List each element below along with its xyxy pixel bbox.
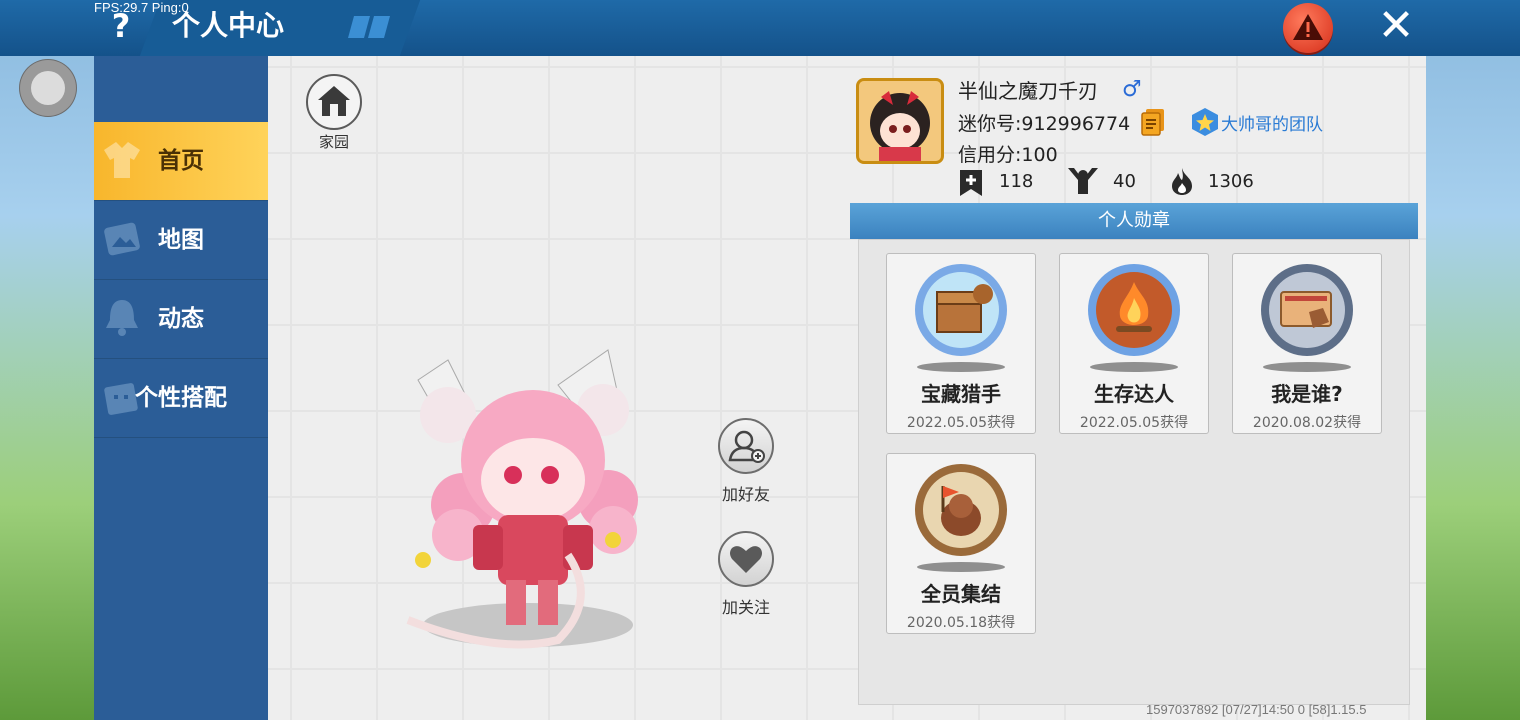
sidebar-item-label: 动态 bbox=[158, 306, 204, 332]
medal-shadow bbox=[917, 362, 1005, 372]
male-gender-icon: ♂ bbox=[1122, 77, 1142, 102]
follow-button[interactable] bbox=[718, 531, 774, 587]
medal-date: 2020.05.18获得 bbox=[906, 615, 1016, 631]
sidebar: 首页 地图 动态 个性搭配 bbox=[94, 56, 268, 720]
title-stripes-icon bbox=[348, 16, 390, 38]
medal-shadow bbox=[1090, 362, 1178, 372]
medal-card[interactable]: 宝藏猎手 2022.05.05获得 bbox=[886, 253, 1036, 434]
copy-icon[interactable] bbox=[1140, 108, 1166, 136]
player-character-avatar[interactable] bbox=[378, 340, 648, 660]
medal-card[interactable]: 全员集结 2020.05.18获得 bbox=[886, 453, 1036, 634]
home-button[interactable] bbox=[306, 74, 362, 130]
report-alert-button[interactable] bbox=[1283, 3, 1333, 53]
debug-footer: 1597037892 [07/27]14:50 0 [58]1.15.5 bbox=[1146, 702, 1367, 717]
home-label: 家园 bbox=[318, 133, 349, 151]
follow-label: 加关注 bbox=[721, 598, 770, 617]
sidebar-item-outfit[interactable]: 个性搭配 bbox=[94, 359, 268, 438]
add-friend-button[interactable] bbox=[718, 418, 774, 474]
sidebar-item-label: 个性搭配 bbox=[135, 385, 227, 411]
team-star-icon bbox=[1192, 108, 1218, 136]
add-friend-label: 加好友 bbox=[721, 485, 770, 504]
medal-shadow bbox=[917, 562, 1005, 572]
sidebar-item-activity[interactable]: 动态 bbox=[94, 280, 268, 359]
medal-name: 宝藏猎手 bbox=[921, 382, 1001, 406]
id-card-medal-icon bbox=[1261, 264, 1353, 356]
medal-date: 2022.05.05获得 bbox=[1079, 415, 1189, 431]
profile-avatar[interactable] bbox=[856, 78, 944, 164]
stat-popularity-value: 1306 bbox=[1208, 171, 1254, 192]
warning-icon bbox=[1293, 14, 1323, 40]
stat-bookmarks-value: 118 bbox=[999, 171, 1034, 192]
medal-shadow bbox=[1263, 362, 1351, 372]
fans-icon bbox=[1068, 168, 1098, 194]
sidebar-item-label: 地图 bbox=[158, 227, 204, 253]
credit-score: 信用分:100 bbox=[958, 144, 1058, 166]
medal-name: 全员集结 bbox=[921, 582, 1001, 606]
team-name-link[interactable]: 大帅哥的团队 bbox=[1221, 110, 1323, 135]
record-button[interactable] bbox=[20, 60, 76, 116]
flag-medal-icon bbox=[915, 464, 1007, 556]
campfire-medal-icon bbox=[1088, 264, 1180, 356]
avatar-portrait bbox=[859, 81, 941, 161]
fire-icon bbox=[1172, 168, 1192, 195]
sidebar-item-map[interactable]: 地图 bbox=[94, 201, 268, 280]
close-button[interactable]: ✕ bbox=[1372, 2, 1420, 50]
medal-card[interactable]: 我是谁? 2020.08.02获得 bbox=[1232, 253, 1382, 434]
page-title: 个人中心 bbox=[172, 9, 285, 42]
medal-name: 我是谁? bbox=[1271, 382, 1343, 406]
nickname: 半仙之魔刀千刃 bbox=[958, 79, 1098, 103]
medal-date: 2022.05.05获得 bbox=[906, 415, 1016, 431]
medal-section-title: 个人勋章 bbox=[1098, 210, 1170, 231]
heart-icon bbox=[730, 546, 762, 573]
house-icon bbox=[318, 86, 350, 116]
sidebar-item-label: 首页 bbox=[158, 148, 204, 174]
stat-fans-value: 40 bbox=[1113, 171, 1136, 192]
mini-id: 迷你号:912996774 bbox=[958, 113, 1131, 135]
medal-card[interactable]: 生存达人 2022.05.05获得 bbox=[1059, 253, 1209, 434]
treasure-chest-medal-icon bbox=[915, 264, 1007, 356]
add-user-icon bbox=[728, 430, 765, 463]
medal-name: 生存达人 bbox=[1094, 382, 1174, 406]
sidebar-item-home[interactable]: 首页 bbox=[94, 122, 268, 201]
medal-date: 2020.08.02获得 bbox=[1252, 415, 1362, 431]
help-button[interactable]: ? bbox=[106, 4, 136, 48]
bookmark-plus-icon bbox=[960, 170, 982, 196]
